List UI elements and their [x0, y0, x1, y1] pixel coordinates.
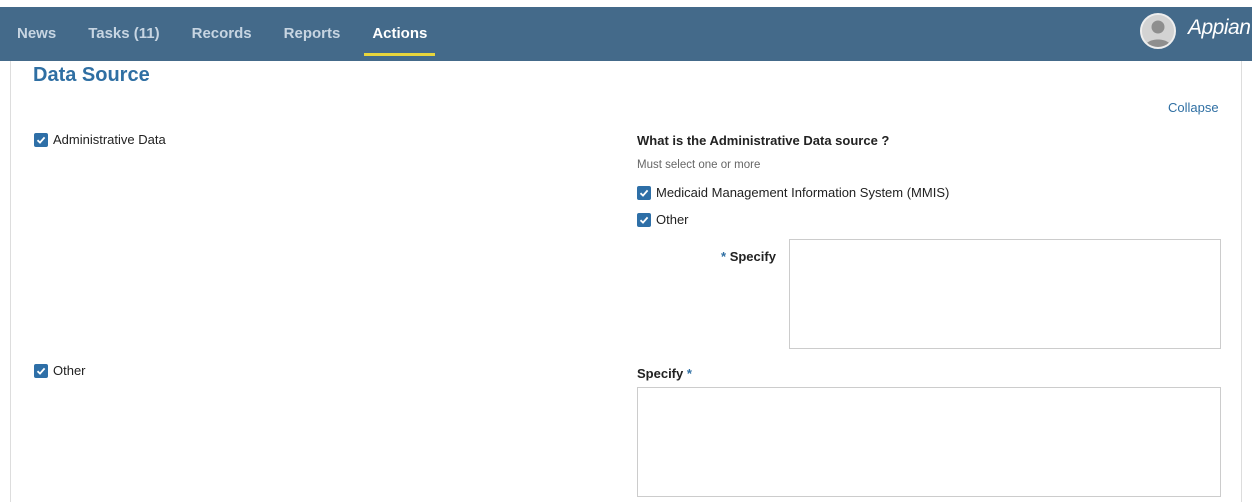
- top-navigation-bar: News Tasks (11) Records Reports Actions …: [0, 0, 1252, 61]
- admin-source-hint: Must select one or more: [637, 159, 761, 171]
- specify-inline-label: * Specify: [721, 249, 776, 264]
- specify-bottom-label: Specify *: [637, 366, 692, 381]
- mmis-checkbox-label: Medicaid Management Information System (…: [656, 185, 950, 200]
- appian-logo[interactable]: Appian: [1188, 16, 1251, 40]
- other-source-checkbox-label: Other: [656, 212, 689, 227]
- admin-data-checkbox-row[interactable]: Administrative Data: [34, 132, 166, 147]
- specify-other-source-textarea[interactable]: [789, 239, 1221, 349]
- other-source-checkbox-row[interactable]: Other: [637, 212, 689, 227]
- specify-bottom-label-text: Specify: [637, 366, 684, 381]
- nav-actions[interactable]: Actions: [356, 7, 443, 61]
- nav-records[interactable]: Records: [176, 7, 268, 61]
- active-tab-indicator: [364, 53, 436, 56]
- required-marker: *: [686, 366, 692, 381]
- admin-data-checkbox-label: Administrative Data: [53, 132, 166, 147]
- checkmark-icon[interactable]: [637, 185, 651, 200]
- top-border: [0, 0, 1252, 7]
- admin-source-question: What is the Administrative Data source ?: [637, 133, 890, 148]
- collapse-link[interactable]: Collapse: [1168, 100, 1219, 115]
- nav-tasks[interactable]: Tasks (11): [72, 7, 175, 61]
- checkmark-icon[interactable]: [637, 212, 651, 227]
- specify-other-textarea[interactable]: [637, 387, 1221, 497]
- checkmark-icon[interactable]: [34, 363, 48, 378]
- checkmark-icon[interactable]: [34, 132, 48, 147]
- user-avatar-icon[interactable]: [1140, 13, 1176, 49]
- mmis-checkbox-row[interactable]: Medicaid Management Information System (…: [637, 185, 949, 200]
- required-marker: *: [721, 249, 727, 264]
- other-checkbox-row[interactable]: Other: [34, 363, 86, 378]
- specify-inline-label-text: Specify: [729, 249, 776, 264]
- nav-news[interactable]: News: [0, 7, 72, 61]
- other-checkbox-label: Other: [53, 363, 86, 378]
- main-nav: News Tasks (11) Records Reports Actions: [0, 7, 443, 61]
- nav-reports[interactable]: Reports: [268, 7, 357, 61]
- section-title: Data Source: [33, 64, 150, 86]
